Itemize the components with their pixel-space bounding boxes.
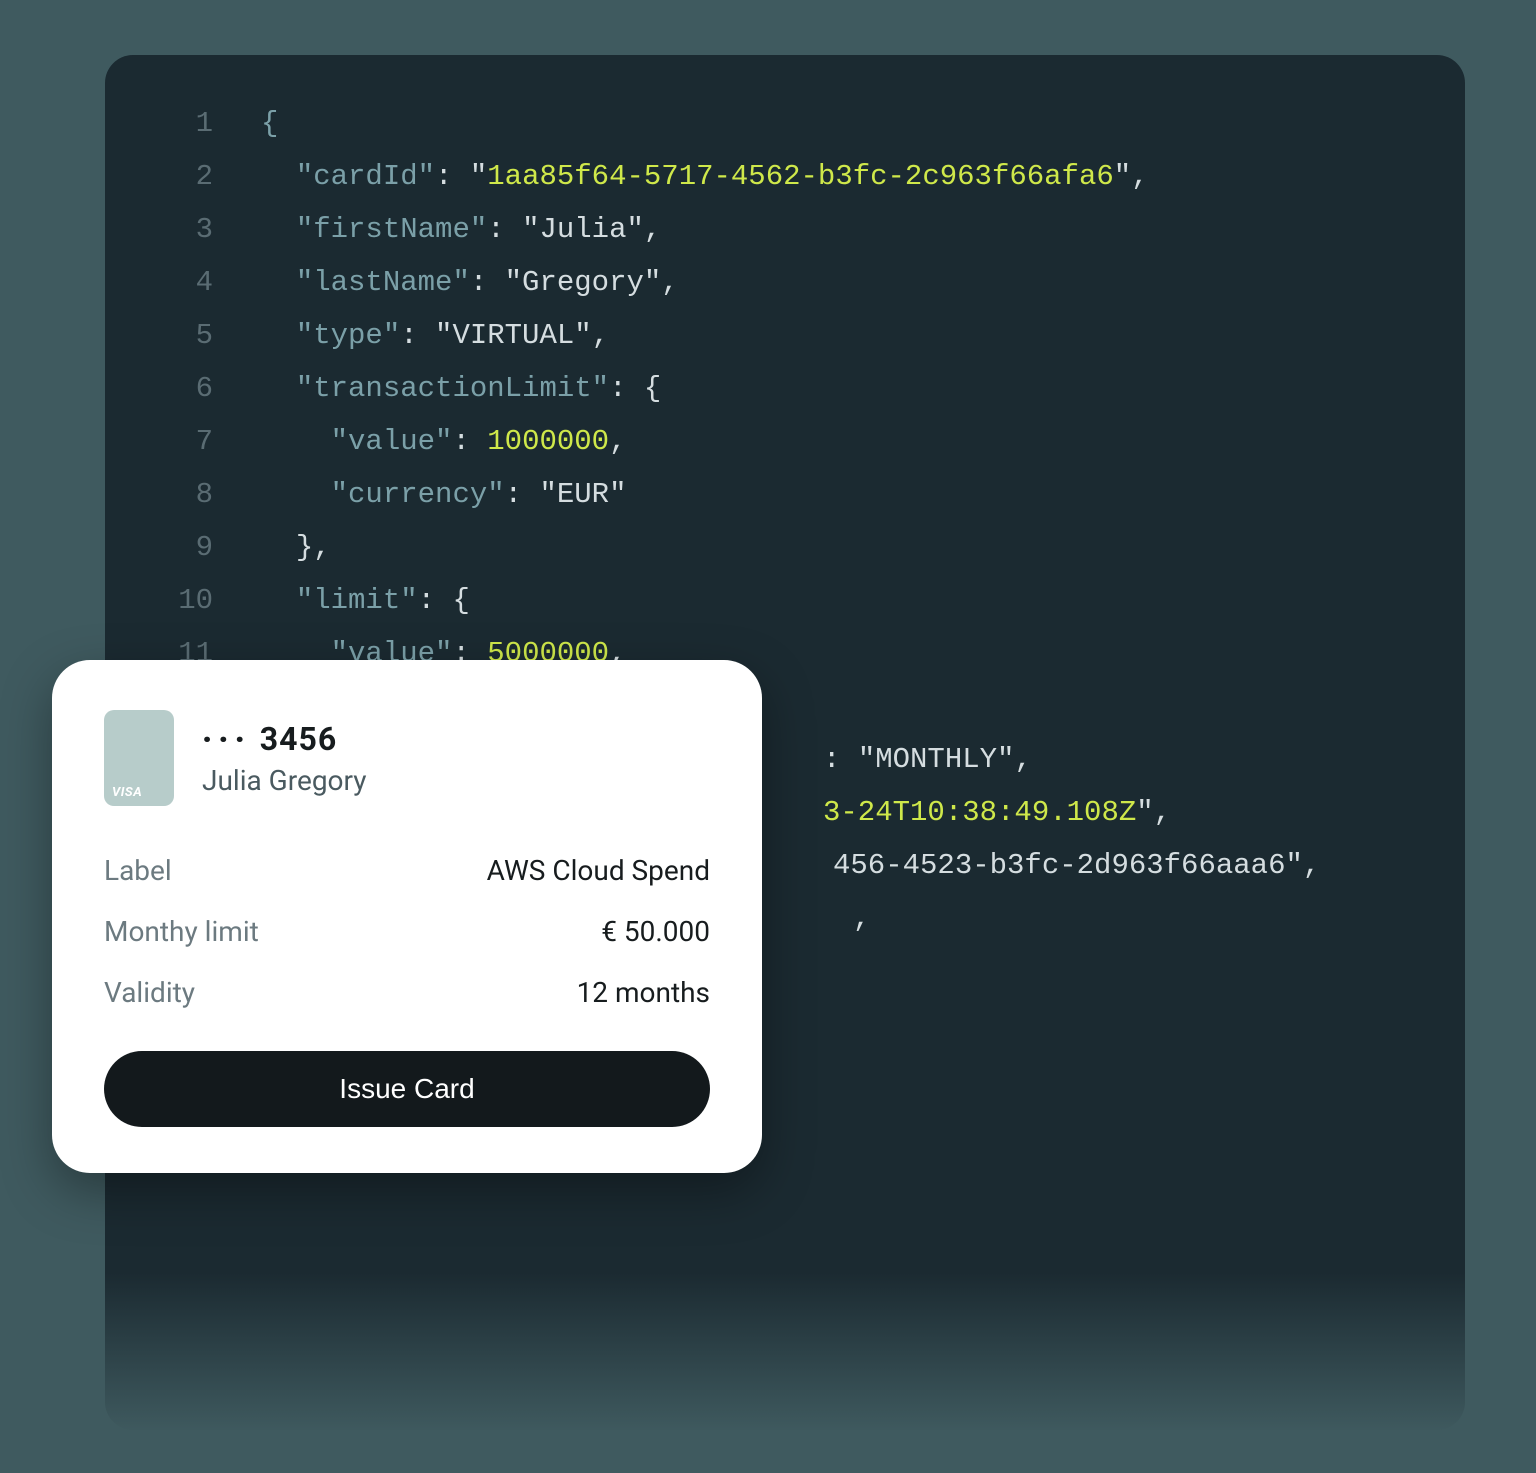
card-masked-number: ··· 3456 xyxy=(202,720,367,758)
detail-row-limit: Monthy limit € 50.000 xyxy=(104,901,710,962)
code-line: 6 "transactionLimit": { xyxy=(155,362,1415,415)
line-number: 1 xyxy=(155,97,213,150)
line-number: 5 xyxy=(155,309,213,362)
card-header: VISA ··· 3456 Julia Gregory xyxy=(104,710,710,806)
code-line: 10 "limit": { xyxy=(155,574,1415,627)
code-line: 3 "firstName": "Julia", xyxy=(155,203,1415,256)
code-line: 1{ xyxy=(155,97,1415,150)
code-content: }, xyxy=(213,521,331,574)
code-line: 4 "lastName": "Gregory", xyxy=(155,256,1415,309)
code-line: 9 }, xyxy=(155,521,1415,574)
line-number: 7 xyxy=(155,415,213,468)
code-line: 5 "type": "VIRTUAL", xyxy=(155,309,1415,362)
detail-value: € 50.000 xyxy=(601,915,710,948)
line-number: 6 xyxy=(155,362,213,415)
detail-row-validity: Validity 12 months xyxy=(104,962,710,1023)
code-content: "lastName": "Gregory", xyxy=(213,256,679,309)
card-thumbnail: VISA xyxy=(104,710,174,806)
line-number: 10 xyxy=(155,574,213,627)
code-line: 7 "value": 1000000, xyxy=(155,415,1415,468)
code-content: "type": "VIRTUAL", xyxy=(213,309,609,362)
line-number: 4 xyxy=(155,256,213,309)
line-number: 3 xyxy=(155,203,213,256)
card-dialog: VISA ··· 3456 Julia Gregory Label AWS Cl… xyxy=(52,660,762,1173)
code-content: "transactionLimit": { xyxy=(213,362,661,415)
detail-value: 12 months xyxy=(577,976,710,1009)
issue-card-button[interactable]: Issue Card xyxy=(104,1051,710,1127)
line-number: 9 xyxy=(155,521,213,574)
code-line: 8 "currency": "EUR" xyxy=(155,468,1415,521)
detail-value: AWS Cloud Spend xyxy=(487,854,710,887)
code-content: "cardId": "1aa85f64-5717-4562-b3fc-2c963… xyxy=(213,150,1149,203)
code-content: "limit": { xyxy=(213,574,470,627)
card-last4: 3456 xyxy=(260,720,337,758)
code-content: { xyxy=(213,97,278,150)
card-mask-dots: ··· xyxy=(202,720,251,758)
line-number: 2 xyxy=(155,150,213,203)
code-line: 2 "cardId": "1aa85f64-5717-4562-b3fc-2c9… xyxy=(155,150,1415,203)
code-content: "value": 1000000, xyxy=(213,415,627,468)
line-number: 8 xyxy=(155,468,213,521)
detail-label: Validity xyxy=(104,976,195,1009)
detail-label: Monthy limit xyxy=(104,915,259,948)
card-holder-name: Julia Gregory xyxy=(202,764,367,797)
detail-label: Label xyxy=(104,854,172,887)
detail-row-label: Label AWS Cloud Spend xyxy=(104,840,710,901)
card-brand-label: VISA xyxy=(112,785,142,800)
code-content: "firstName": "Julia", xyxy=(213,203,661,256)
code-content: "currency": "EUR" xyxy=(213,468,626,521)
